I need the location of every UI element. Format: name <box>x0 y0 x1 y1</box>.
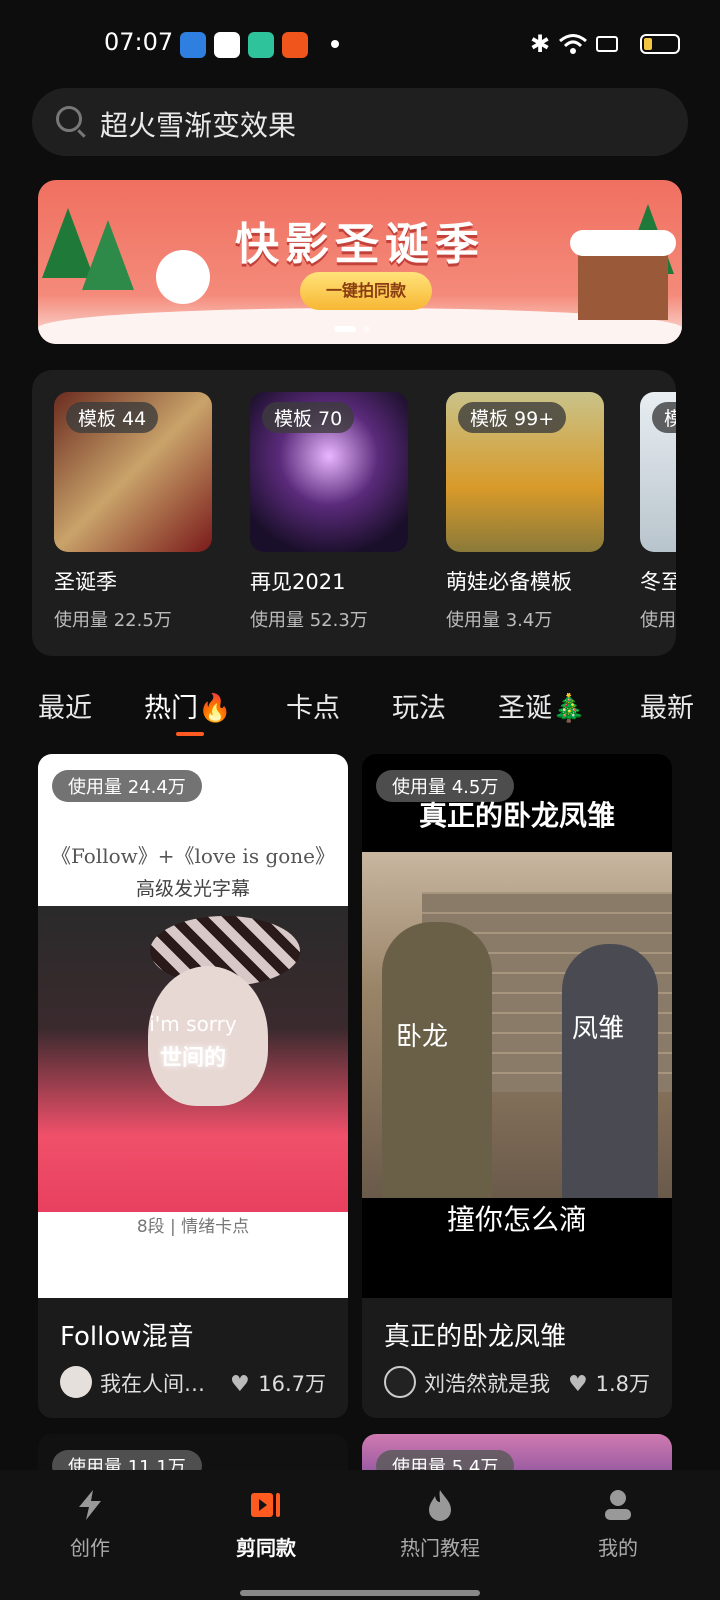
template-thumbnail: 模板 44 <box>54 392 212 552</box>
template-thumbnail: 模 <box>640 392 676 552</box>
profile-icon <box>605 1490 631 1520</box>
template-card[interactable]: 《Follow》+《love is gone》 高级发光字幕 i'm sorry… <box>38 754 348 1418</box>
template-thumbnail: 模板 99+ <box>446 392 604 552</box>
nav-label: 我的 <box>598 1536 638 1560</box>
banner-title: 快影圣诞季 <box>235 219 485 270</box>
template-count-badge: 模板 44 <box>66 402 159 433</box>
author-name[interactable]: 我在人间… <box>100 1368 220 1398</box>
nav-label: 热门教程 <box>400 1536 480 1560</box>
template-collection-item[interactable]: 模板 44 圣诞季 使用量 22.5万 <box>54 392 214 632</box>
preview-subcaption: 高级发光字幕 <box>135 878 250 900</box>
nav-label: 剪同款 <box>236 1536 296 1560</box>
preview-lyric-line1: i'm sorry <box>149 1012 237 1036</box>
banner-page-indicator-active <box>334 326 356 332</box>
card-preview: 《Follow》+《love is gone》 高级发光字幕 i'm sorry… <box>38 754 348 1298</box>
game-notification-icon <box>214 32 240 58</box>
template-usage: 使用量 3.4万 <box>446 610 553 631</box>
nav-template[interactable]: 剪同款 <box>206 1488 326 1561</box>
template-count-badge: 模板 99+ <box>458 402 567 433</box>
person-left <box>382 922 492 1198</box>
template-usage: 使用 <box>640 610 676 631</box>
nav-create[interactable]: 创作 <box>30 1488 150 1561</box>
search-bar[interactable]: 超火雪渐变效果 <box>32 88 688 156</box>
nav-profile[interactable]: 我的 <box>558 1488 678 1561</box>
preview-caption: 《Follow》+《love is gone》 <box>50 844 336 868</box>
app-notification-icon <box>180 32 206 58</box>
preview-image: i'm sorry 世间的 <box>38 906 348 1212</box>
template-thumbnail: 模板 70 <box>250 392 408 552</box>
author-avatar[interactable] <box>60 1366 92 1398</box>
preview-image: 卧龙 凤雏 <box>362 852 672 1198</box>
bluetooth-icon: ✱ <box>530 30 551 58</box>
template-name: 圣诞季 <box>54 570 117 594</box>
nav-label: 创作 <box>70 1536 110 1560</box>
template-usage: 使用量 22.5万 <box>54 610 172 631</box>
card-preview: 真正的卧龙凤雏 卧龙 凤雏 撞你怎么滴 使用量 4.5万 <box>362 754 672 1298</box>
template-collection-item[interactable]: 模板 99+ 萌娃必备模板 使用量 3.4万 <box>446 392 606 632</box>
tab-recent[interactable]: 最近 <box>38 686 92 725</box>
like-count: 1.8万 <box>595 1372 650 1396</box>
label-right: 凤雏 <box>572 1014 625 1044</box>
more-notifications-icon <box>331 40 339 48</box>
author-name[interactable]: 刘浩然就是我 <box>424 1368 556 1398</box>
video-notification-icon <box>282 32 308 58</box>
search-icon <box>56 106 82 132</box>
template-name: 冬至 <box>640 570 676 594</box>
template-card[interactable]: 真正的卧龙凤雏 卧龙 凤雏 撞你怎么滴 使用量 4.5万 真正的卧龙凤雏 刘浩然… <box>362 754 672 1418</box>
preview-lyric-line2: 世间的 <box>159 1046 226 1071</box>
no-sim-icon <box>596 36 618 52</box>
person-right <box>562 944 658 1198</box>
flame-icon <box>429 1490 451 1521</box>
promo-banner[interactable]: 快影圣诞季 一键拍同款 <box>38 180 682 344</box>
home-indicator <box>240 1590 480 1596</box>
battery-icon <box>640 34 680 54</box>
template-name: 萌娃必备模板 <box>446 570 572 594</box>
active-tab-indicator <box>176 732 204 736</box>
heart-icon[interactable]: ♥ <box>230 1372 250 1397</box>
template-count-badge: 模 <box>652 402 676 433</box>
card-title: 真正的卧龙凤雏 <box>384 1322 567 1352</box>
tab-christmas[interactable]: 圣诞🎄 <box>498 686 586 725</box>
nav-tutorials[interactable]: 热门教程 <box>380 1488 500 1561</box>
status-time: 07:07 <box>104 28 174 56</box>
tab-gameplay[interactable]: 玩法 <box>392 686 446 725</box>
template-name: 再见2021 <box>250 570 346 594</box>
template-collection-item[interactable]: 模 冬至 使用 <box>640 392 676 632</box>
author-avatar[interactable] <box>384 1366 416 1398</box>
card-title: Follow混音 <box>60 1322 194 1352</box>
template-usage: 使用量 52.3万 <box>250 610 368 631</box>
status-bar: 07:07 ✱ <box>0 0 720 88</box>
tab-newest[interactable]: 最新 <box>640 686 694 725</box>
heart-icon[interactable]: ♥ <box>568 1372 588 1397</box>
label-left: 卧龙 <box>396 1022 449 1052</box>
face-decoration <box>148 966 268 1106</box>
banner-page-indicator <box>364 326 370 332</box>
like-count: 16.7万 <box>258 1372 326 1396</box>
wifi-icon <box>559 34 587 54</box>
banner-cta-button[interactable]: 一键拍同款 <box>300 272 432 310</box>
search-input[interactable]: 超火雪渐变效果 <box>100 104 296 144</box>
template-collection-item[interactable]: 模板 70 再见2021 使用量 52.3万 <box>250 392 410 632</box>
usage-badge: 使用量 24.4万 <box>52 770 202 802</box>
preview-footer-caption: 撞你怎么滴 <box>446 1203 587 1236</box>
tab-beat-sync[interactable]: 卡点 <box>286 686 340 725</box>
video-template-icon <box>251 1493 280 1517</box>
usage-badge: 使用量 4.5万 <box>376 770 515 802</box>
template-count-badge: 模板 70 <box>262 402 355 433</box>
preview-footer-caption: 8段 | 情绪卡点 <box>136 1217 250 1237</box>
template-collections: 模板 44 圣诞季 使用量 22.5万 模板 70 再见2021 使用量 52.… <box>32 370 676 656</box>
lightning-icon <box>79 1490 101 1520</box>
tab-hot[interactable]: 热门🔥 <box>144 686 232 725</box>
chat-notification-icon <box>248 32 274 58</box>
